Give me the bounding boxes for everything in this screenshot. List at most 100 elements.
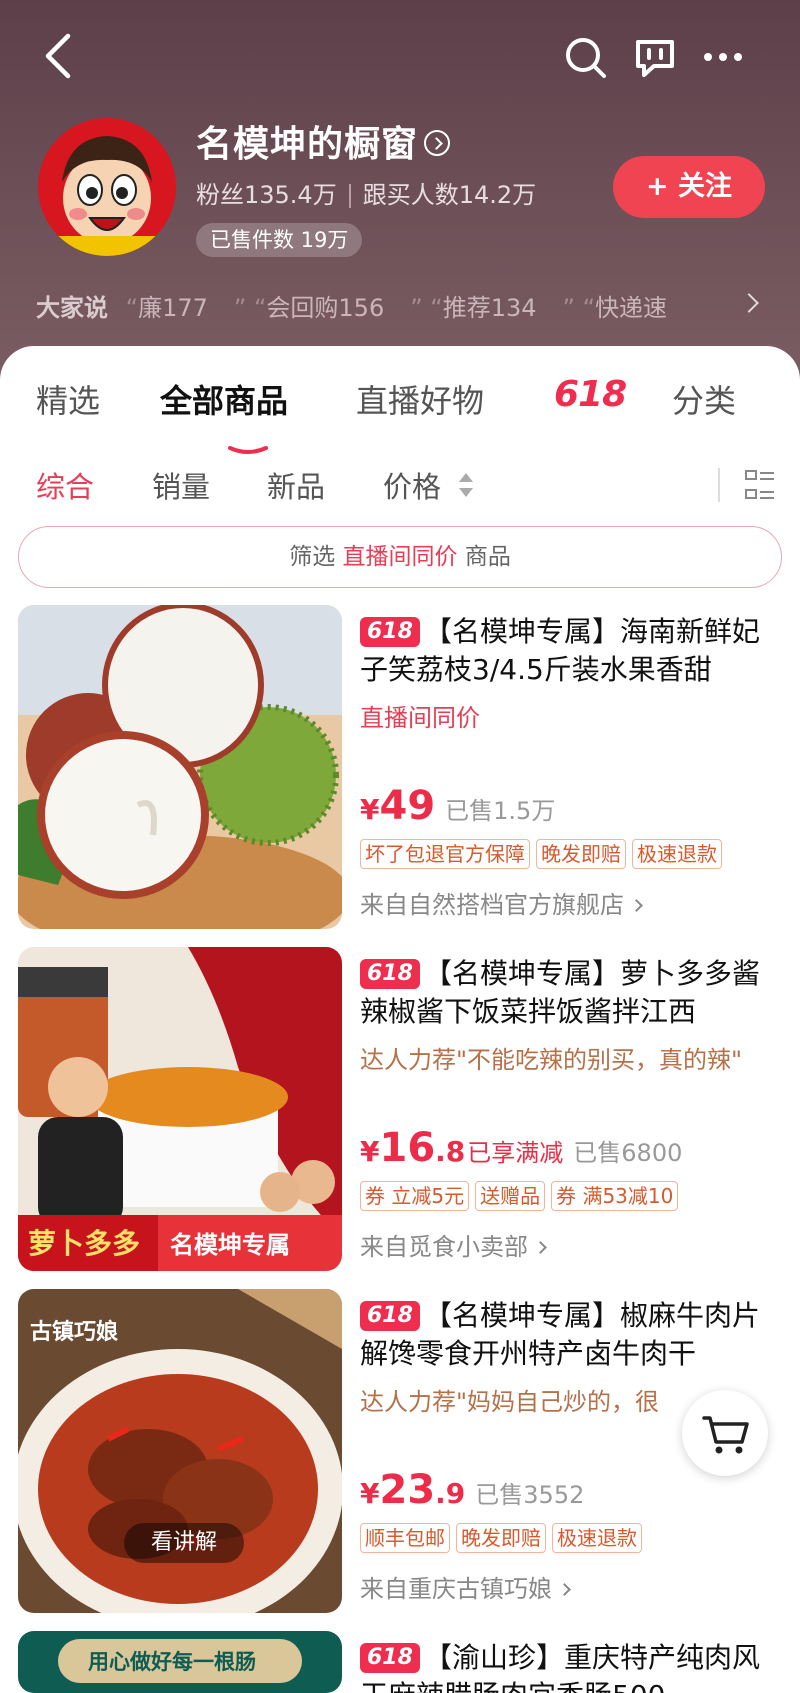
tab-live-goods[interactable]: 直播好物	[356, 376, 484, 422]
shop-name[interactable]: 名模坤的橱窗	[196, 115, 451, 167]
filter-prefix: 筛选	[289, 544, 336, 570]
shop-name-text: 名模坤的橱窗	[196, 124, 419, 165]
price-integer: 16	[379, 1125, 436, 1171]
currency-symbol: ¥	[360, 793, 380, 826]
service-tag: 晚发即赔	[536, 839, 626, 869]
filter-highlight: 直播间同价	[342, 544, 458, 570]
product-image-lychee[interactable]	[18, 605, 342, 929]
mascot-logo-icon	[38, 118, 176, 256]
product-card[interactable]: 古镇巧娘 看讲解 618 【名模坤专属】椒麻牛肉片解馋零食开州特产卤牛肉干 达人力…	[18, 1289, 782, 1615]
sort-bar: 综合 销量 新品 价格	[0, 464, 800, 512]
tab-618[interactable]: 618	[554, 374, 627, 415]
shop-avatar[interactable]	[38, 118, 176, 256]
product-card[interactable]: 用心做好每一根肠 618【渝山珍】重庆特产纯肉风干麻辣腊肠肉宜香肠500	[18, 1631, 782, 1693]
product-title[interactable]: 618 【名模坤专属】萝卜多多酱辣椒酱下饭菜拌饭酱拌江西	[360, 955, 784, 1033]
coupon-tag[interactable]: 券 立减5元	[360, 1181, 470, 1211]
service-tag: 晚发即赔	[456, 1523, 546, 1553]
service-tag: 送赠品	[475, 1181, 546, 1211]
product-title-text: 【名模坤专属】海南新鲜妃子笑荔枝3/4.5斤装水果香甜	[360, 615, 760, 686]
tab-bar: 精选 全部商品 直播好物 618 分类	[0, 374, 800, 454]
product-subtitle: 达人力荐"不能吃辣的别买，真的辣"	[360, 1046, 743, 1074]
price-integer: 49	[379, 783, 436, 829]
sort-arrows-icon[interactable]	[458, 472, 474, 498]
product-subtitle: 直播间同价	[360, 704, 480, 732]
review-tag[interactable]: 会回购156	[266, 294, 384, 322]
sold-count: 已售6800	[573, 1139, 683, 1167]
service-tag: 坏了包退官方保障	[360, 839, 530, 869]
sold-count: 已售3552	[475, 1481, 585, 1509]
currency-symbol: ¥	[360, 1135, 380, 1168]
618-badge: 618	[360, 1643, 420, 1673]
review-tag[interactable]: 廉177	[138, 294, 208, 322]
product-title[interactable]: 618【渝山珍】重庆特产纯肉风干麻辣腊肠肉宜香肠500	[360, 1639, 784, 1693]
tab-category[interactable]: 分类	[672, 376, 736, 422]
currency-symbol: ¥	[360, 1477, 380, 1510]
more-icon[interactable]	[700, 34, 746, 80]
fans-count: 粉丝135.4万	[196, 181, 337, 209]
service-tag: 顺丰包邮	[360, 1523, 450, 1553]
cart-icon	[702, 1416, 749, 1454]
service-tags: 券 立减5元 送赠品券 满53减10	[360, 1181, 684, 1211]
sort-price[interactable]: 价格	[383, 464, 441, 506]
image-caption: 用心做好每一根肠	[88, 1650, 256, 1674]
store-name: 来自自然搭档官方旗舰店	[360, 891, 624, 919]
618-badge: 618	[360, 1301, 420, 1331]
sort-comprehensive[interactable]: 综合	[36, 464, 94, 506]
store-link[interactable]: 来自觅食小卖部	[360, 1227, 547, 1262]
store-link[interactable]: 来自重庆古镇巧娘	[360, 1569, 571, 1604]
buyers-count: 跟买人数14.2万	[362, 181, 537, 209]
filter-live-price-button[interactable]: 筛选 直播间同价 商品	[18, 526, 782, 588]
product-title[interactable]: 618 【名模坤专属】海南新鲜妃子笑荔枝3/4.5斤装水果香甜	[360, 613, 784, 691]
image-caption: 名模坤专属	[170, 1231, 290, 1259]
service-tag: 极速退款	[552, 1523, 642, 1553]
sort-new[interactable]: 新品	[267, 464, 325, 506]
product-title-text: 【名模坤专属】椒麻牛肉片解馋零食开州特产卤牛肉干	[360, 1299, 760, 1370]
product-card[interactable]: 618 【名模坤专属】海南新鲜妃子笑荔枝3/4.5斤装水果香甜 直播间同价 ¥49…	[18, 605, 782, 931]
price-integer: 23	[379, 1467, 436, 1513]
filter-suffix: 商品	[464, 544, 511, 570]
follow-button[interactable]: + 关注	[613, 156, 765, 218]
618-badge: 618	[360, 959, 420, 989]
product-card[interactable]: 萝卜多多 名模坤专属 618 【名模坤专属】萝卜多多酱辣椒酱下饭菜拌饭酱拌江西 达…	[18, 947, 782, 1273]
service-tags: 坏了包退官方保障 晚发即赔 极速退款	[360, 839, 728, 869]
chevron-right-icon	[558, 1583, 571, 1596]
tab-all-products[interactable]: 全部商品	[160, 376, 288, 422]
image-caption: 古镇巧娘	[30, 1319, 118, 1345]
price-row: ¥23.9 已售3552	[360, 1467, 584, 1513]
sort-sales[interactable]: 销量	[152, 464, 210, 506]
message-icon[interactable]	[632, 34, 678, 80]
product-image-sausage[interactable]: 用心做好每一根肠	[18, 1631, 342, 1693]
chevron-right-icon	[534, 1241, 547, 1254]
list-view-icon[interactable]	[744, 468, 776, 502]
product-image-pepper-sauce[interactable]: 萝卜多多 名模坤专属	[18, 947, 342, 1271]
review-tag[interactable]: 快递速	[595, 294, 667, 322]
back-icon[interactable]	[38, 30, 80, 82]
store-link[interactable]: 来自自然搭档官方旗舰店	[360, 885, 643, 920]
search-icon[interactable]	[562, 34, 608, 80]
cart-button[interactable]	[682, 1390, 768, 1476]
price-decimal: .9	[435, 1477, 466, 1510]
top-bar	[0, 0, 800, 115]
chevron-right-icon	[630, 899, 643, 912]
product-info: 618【渝山珍】重庆特产纯肉风干麻辣腊肠肉宜香肠500	[360, 1639, 784, 1693]
divider	[718, 468, 720, 502]
sold-count-badge: 已售件数 19万	[196, 223, 363, 257]
review-tag[interactable]: 推荐134	[443, 294, 537, 322]
product-info: 618 【名模坤专属】萝卜多多酱辣椒酱下饭菜拌饭酱拌江西 达人力荐"不能吃辣的别买…	[360, 955, 784, 1261]
promo-text: 已享满减	[467, 1139, 564, 1167]
product-title-text: 【渝山珍】重庆特产纯肉风干麻辣腊肠肉宜香肠500	[360, 1641, 760, 1693]
coupon-tag[interactable]: 券 满53减10	[551, 1181, 679, 1211]
watch-explanation-button[interactable]: 看讲解	[124, 1523, 244, 1563]
review-tags-row[interactable]: 大家说 “廉177” “会回购156” “推荐134” “快递速	[36, 288, 776, 324]
618-badge: 618	[360, 617, 420, 647]
product-image-beef[interactable]: 古镇巧娘 看讲解	[18, 1289, 342, 1613]
tab-featured[interactable]: 精选	[36, 376, 100, 422]
sold-count: 已售1.5万	[445, 797, 556, 825]
chevron-right-icon[interactable]	[424, 130, 451, 156]
shop-stats: 粉丝135.4万 跟买人数14.2万	[196, 175, 536, 210]
product-title[interactable]: 618 【名模坤专属】椒麻牛肉片解馋零食开州特产卤牛肉干	[360, 1297, 784, 1375]
image-caption: 萝卜多多	[28, 1227, 140, 1260]
shop-header: 名模坤的橱窗 粉丝135.4万 跟买人数14.2万 已售件数 19万 + 关注 大…	[0, 0, 800, 380]
service-tags: 顺丰包邮 晚发即赔 极速退款	[360, 1523, 648, 1553]
store-name: 来自觅食小卖部	[360, 1233, 528, 1261]
